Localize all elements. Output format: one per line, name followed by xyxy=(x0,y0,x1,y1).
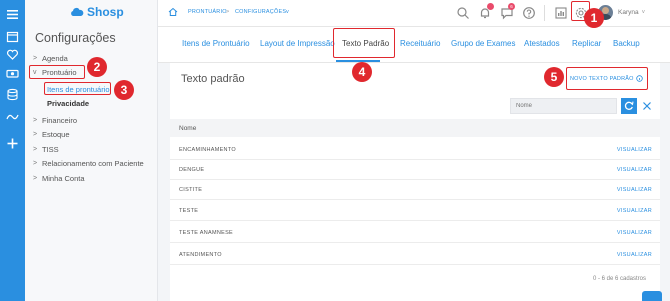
new-text-button[interactable]: NOVO TEXTO PADRÃO xyxy=(570,75,643,82)
cloud-icon xyxy=(71,7,84,17)
sidebar-item-label: Prontuário xyxy=(42,68,77,77)
chevron-down-icon: v xyxy=(33,69,37,76)
sidebar-item-label: Minha Conta xyxy=(42,174,85,183)
table-row: TESTE VISUALIZAR xyxy=(170,201,660,221)
tab-grupo-de-exames[interactable]: Grupo de Exames xyxy=(451,39,515,48)
sidebar-item-relacionamento[interactable]: > Relacionamento com Paciente xyxy=(33,159,144,168)
menu-icon[interactable] xyxy=(6,8,19,21)
app-rail xyxy=(0,0,25,301)
breadcrumb-separator: > xyxy=(226,9,230,15)
new-text-label: NOVO TEXTO PADRÃO xyxy=(570,75,634,82)
tab-backup[interactable]: Backup xyxy=(613,39,640,48)
table-row: CISTITE VISUALIZAR xyxy=(170,180,660,200)
chevron-right-icon: > xyxy=(33,55,38,62)
row-name: CISTITE xyxy=(179,187,203,193)
user-name[interactable]: Karyna xyxy=(618,9,639,16)
annotation-marker-5: 5 xyxy=(544,67,564,87)
tab-layout-de-impressao[interactable]: Layout de Impressão xyxy=(260,39,335,48)
row-name: TESTE ANAMNESE xyxy=(179,230,234,236)
user-chevron[interactable]: v xyxy=(642,9,645,15)
table-row: ATENDIMENTO VISUALIZAR xyxy=(170,245,660,265)
sidebar-item-label: Estoque xyxy=(42,130,70,139)
notification-badge xyxy=(487,3,494,10)
chevron-right-icon: > xyxy=(33,117,38,124)
sidebar-title: Configurações xyxy=(35,31,116,45)
help-icon[interactable] xyxy=(522,6,536,20)
sidebar-item-prontuario[interactable]: v Prontuário xyxy=(33,68,77,77)
row-name: DENGUE xyxy=(179,167,205,173)
sidebar-item-label: Financeiro xyxy=(42,116,78,125)
home-icon[interactable] xyxy=(168,7,178,17)
chevron-right-icon: > xyxy=(33,160,38,167)
sidebar-item-estoque[interactable]: > Estoque xyxy=(33,130,70,139)
view-link[interactable]: VISUALIZAR xyxy=(617,187,652,193)
wave-icon[interactable] xyxy=(6,110,19,123)
breadcrumb-prontuario[interactable]: PRONTUÁRIO xyxy=(188,9,227,15)
sidebar-item-minha-conta[interactable]: > Minha Conta xyxy=(33,174,85,183)
money-icon[interactable] xyxy=(6,67,19,80)
breadcrumb-chevron: v xyxy=(286,9,289,15)
sidebar-subitem-itens-de-prontuario[interactable]: Itens de prontuário xyxy=(47,85,110,94)
sidebar-item-agenda[interactable]: > Agenda xyxy=(33,54,68,63)
scroll-top-button[interactable] xyxy=(642,291,662,301)
sidebar-item-label: Agenda xyxy=(42,54,68,63)
tab-bar: Itens de Prontuário Layout de Impressão … xyxy=(158,27,670,63)
sidebar-item-financeiro[interactable]: > Financeiro xyxy=(33,116,77,125)
tab-replicar[interactable]: Replicar xyxy=(572,39,601,48)
tab-receituario[interactable]: Receituário xyxy=(400,39,440,48)
database-icon[interactable] xyxy=(6,88,19,101)
main-panel: Texto padrão NOVO TEXTO PADRÃO Nome ENCA… xyxy=(170,63,660,301)
annotation-marker-2: 2 xyxy=(87,57,107,77)
logo-text: Shosp xyxy=(87,5,124,19)
chevron-right-icon: > xyxy=(33,131,38,138)
breadcrumb-configuracoes[interactable]: CONFIGURAÇÕES xyxy=(235,9,286,15)
table-header: Nome xyxy=(170,119,660,137)
search-input[interactable] xyxy=(510,98,617,114)
calendar-icon[interactable] xyxy=(6,30,19,43)
row-name: ENCAMINHAMENTO xyxy=(179,147,236,153)
page-title: Texto padrão xyxy=(181,73,245,85)
chevron-right-icon: > xyxy=(33,146,38,153)
sidebar-item-label: Relacionamento com Paciente xyxy=(42,159,144,168)
view-link[interactable]: VISUALIZAR xyxy=(617,167,652,173)
annotation-marker-1: 1 xyxy=(584,8,604,28)
table-row: ENCAMINHAMENTO VISUALIZAR xyxy=(170,140,660,160)
view-link[interactable]: VISUALIZAR xyxy=(617,230,652,236)
heart-icon[interactable] xyxy=(6,48,19,61)
sidebar-subitem-privacidade[interactable]: Privacidade xyxy=(47,99,89,108)
chat-badge: 6 xyxy=(508,3,515,10)
app-logo[interactable]: Shosp xyxy=(70,5,124,19)
settings-sidebar: Shosp Configurações > Agenda v Prontuári… xyxy=(25,0,158,301)
row-name: TESTE xyxy=(179,208,199,214)
annotation-marker-4: 4 xyxy=(352,62,372,82)
plus-icon[interactable] xyxy=(6,137,19,150)
topbar-divider xyxy=(544,5,545,21)
annotation-marker-3: 3 xyxy=(114,80,134,100)
refresh-icon xyxy=(624,101,634,110)
sidebar-item-tiss[interactable]: > TISS xyxy=(33,145,59,154)
view-link[interactable]: VISUALIZAR xyxy=(617,147,652,153)
chevron-right-icon: > xyxy=(33,175,38,182)
info-icon xyxy=(635,75,643,82)
tab-atestados[interactable]: Atestados xyxy=(524,39,560,48)
refresh-button[interactable] xyxy=(621,98,637,114)
tab-itens-de-prontuario[interactable]: Itens de Prontuário xyxy=(182,39,250,48)
table-row: TESTE ANAMNESE VISUALIZAR xyxy=(170,223,660,243)
view-link[interactable]: VISUALIZAR xyxy=(617,252,652,258)
tab-texto-padrao[interactable]: Texto Padrão xyxy=(342,39,389,48)
row-name: ATENDIMENTO xyxy=(179,252,222,258)
table-row: DENGUE VISUALIZAR xyxy=(170,160,660,180)
view-link[interactable]: VISUALIZAR xyxy=(617,208,652,214)
pagination-count: 0 - 6 de 6 cadastros xyxy=(592,276,646,282)
reports-icon[interactable] xyxy=(554,6,568,20)
search-icon[interactable] xyxy=(456,6,470,20)
sidebar-item-label: TISS xyxy=(42,145,59,154)
column-header-nome: Nome xyxy=(179,125,197,132)
close-icon[interactable] xyxy=(641,99,653,113)
